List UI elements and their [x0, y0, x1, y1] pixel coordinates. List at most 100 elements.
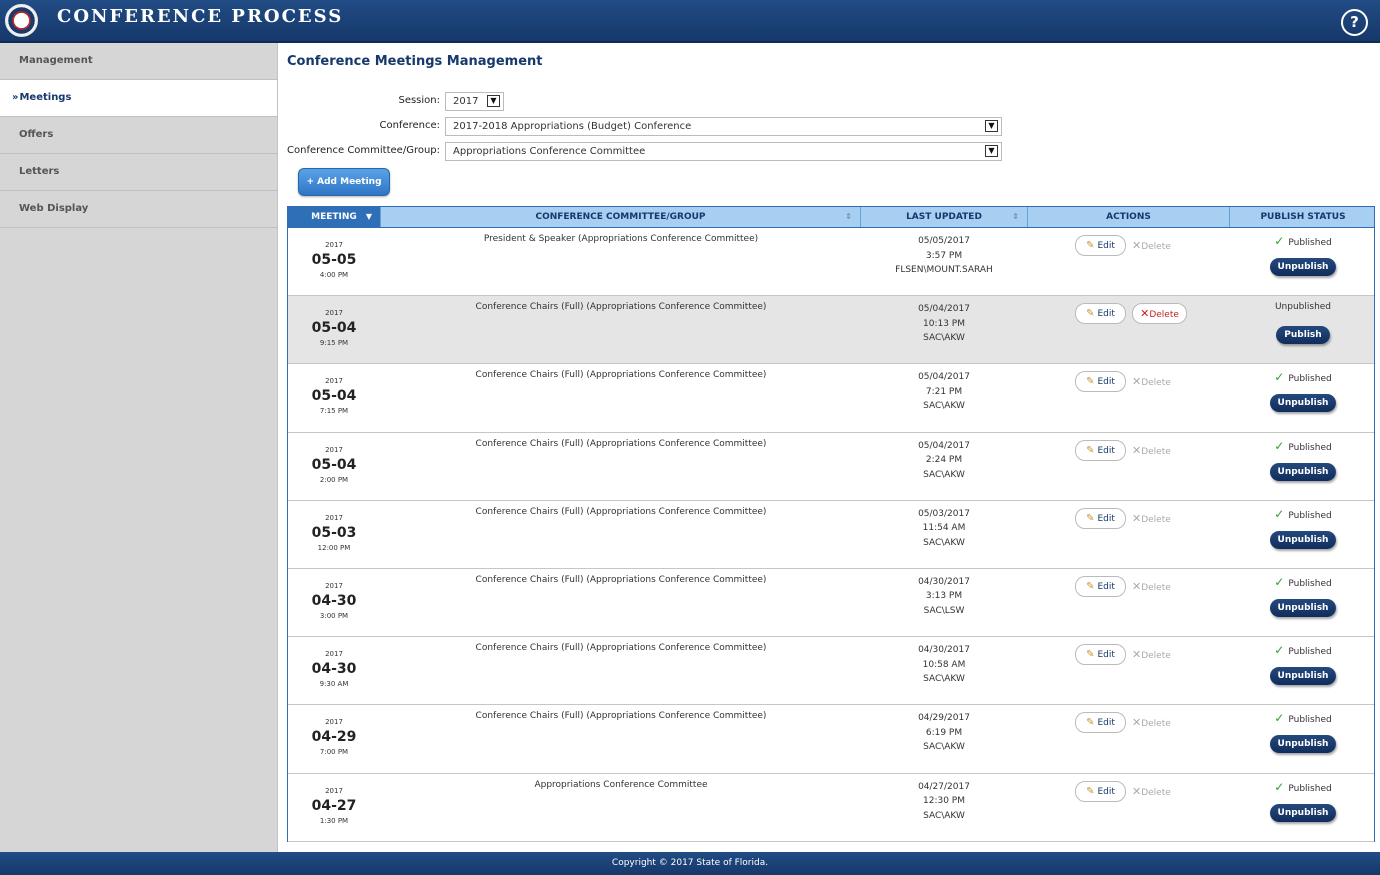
meeting-date: 04-27	[311, 797, 357, 814]
delete-x-icon: ✕	[1132, 239, 1142, 252]
last-updated: 04/30/2017 3:13 PM SAC\LSW	[861, 575, 1027, 619]
edit-button[interactable]: ✎ Edit	[1075, 303, 1126, 325]
delete-button-disabled: ✕Delete	[1132, 511, 1171, 525]
session-select[interactable]: 2017 ▼	[445, 92, 504, 111]
conference-select[interactable]: 2017-2018 Appropriations (Budget) Confer…	[445, 117, 1002, 136]
delete-x-icon: ✕	[1132, 648, 1142, 662]
sidebar-item-letters[interactable]: Letters	[0, 154, 277, 191]
edit-button[interactable]: ✎ Edit	[1075, 235, 1126, 256]
publish-status: ✓ Published Unpublish	[1230, 643, 1376, 686]
unpublish-button[interactable]: Unpublish	[1270, 394, 1336, 413]
delete-x-icon: ✕	[1132, 784, 1142, 798]
status-text: Published	[1288, 442, 1332, 453]
check-icon: ✓	[1274, 779, 1285, 794]
status-text: Unpublished	[1274, 302, 1332, 313]
status-text: Published	[1288, 374, 1332, 385]
sidebar-item-label: Letters	[19, 166, 60, 177]
unpublish-button[interactable]: Unpublish	[1270, 598, 1336, 617]
check-icon: ✓	[1274, 711, 1285, 726]
updated-time: 3:13 PM	[925, 591, 963, 602]
active-marker-icon: »	[12, 92, 19, 103]
updated-time: 10:58 AM	[922, 659, 966, 670]
publish-button[interactable]: Publish	[1276, 326, 1330, 345]
meeting-date: 05-04	[311, 320, 357, 337]
committee-name: Conference Chairs (Full) (Appropriations…	[475, 643, 767, 654]
edit-button[interactable]: ✎ Edit	[1075, 439, 1126, 461]
edit-button[interactable]: ✎ Edit	[1075, 371, 1126, 393]
publish-status: ✓ Published Unpublish	[1230, 575, 1376, 617]
edit-button[interactable]: ✎ Edit	[1075, 780, 1126, 802]
meeting-year: 2017	[325, 445, 343, 454]
chevron-down-icon: ▼	[985, 120, 998, 132]
edit-button[interactable]: ✎ Edit	[1075, 712, 1126, 734]
session-label: Session:	[398, 95, 440, 106]
publish-status: ✓ Published Unpublish	[1230, 779, 1376, 822]
unpublish-button[interactable]: Unpublish	[1270, 667, 1336, 686]
updated-date: 05/03/2017	[918, 508, 970, 519]
last-updated: 05/04/2017 10:13 PM SAC\AKW	[861, 302, 1027, 346]
column-header-committee[interactable]: CONFERENCE COMMITTEE/GROUP ⇕	[381, 207, 861, 227]
delete-button[interactable]: ✕Delete	[1132, 303, 1187, 325]
committee-name: Conference Chairs (Full) (Appropriations…	[475, 302, 767, 313]
edit-button[interactable]: ✎ Edit	[1075, 575, 1126, 597]
unpublish-button[interactable]: Unpublish	[1270, 462, 1336, 481]
session-value: 2017	[453, 96, 479, 107]
help-button[interactable]: ?	[1341, 9, 1368, 36]
meeting-date: 05-04	[311, 456, 357, 473]
updated-time: 3:57 PM	[925, 250, 963, 261]
delete-x-icon: ✕	[1132, 716, 1142, 730]
app-title: CONFERENCE PROCESS	[57, 6, 344, 27]
unpublish-button[interactable]: Unpublish	[1270, 735, 1336, 754]
delete-button-disabled: ✕Delete	[1132, 239, 1171, 252]
committee-name: Appropriations Conference Committee	[534, 779, 708, 790]
sidebar-item-management[interactable]: Management	[0, 43, 277, 80]
meeting-date: 04-30	[311, 661, 357, 678]
table-row: 2017 04-27 1:30 PM Appropriations Conferenc…	[288, 774, 1374, 842]
updated-by: SAC\AKW	[923, 674, 965, 685]
column-header-last-updated[interactable]: LAST UPDATED ⇕	[861, 207, 1028, 227]
table-header: MEETING ▼ CONFERENCE COMMITTEE/GROUP ⇕ LAS…	[288, 207, 1374, 228]
column-header-meeting[interactable]: MEETING ▼	[288, 207, 381, 227]
status-text: Published	[1288, 510, 1332, 521]
check-icon: ✓	[1274, 234, 1285, 248]
publish-status: Unpublished Publish	[1230, 302, 1376, 345]
updated-by: SAC\LSW	[923, 605, 965, 616]
sidebar-item-meetings[interactable]: »Meetings	[0, 80, 277, 117]
updated-by: SAC\AKW	[923, 810, 965, 821]
edit-button[interactable]: ✎ Edit	[1075, 644, 1126, 666]
pencil-icon: ✎	[1086, 649, 1095, 661]
delete-x-icon: ✕	[1132, 579, 1142, 593]
last-updated: 05/05/2017 3:57 PM FLSEN\MOUNT.SARAH	[861, 234, 1027, 278]
last-updated: 04/27/2017 12:30 PM SAC\AKW	[861, 780, 1027, 824]
unpublish-button[interactable]: Unpublish	[1270, 258, 1336, 276]
state-seal-logo	[5, 4, 38, 37]
meetings-table: MEETING ▼ CONFERENCE COMMITTEE/GROUP ⇕ LAS…	[287, 206, 1375, 842]
sidebar-item-label: Offers	[19, 129, 54, 140]
check-icon: ✓	[1274, 506, 1285, 521]
meeting-date: 04-30	[311, 592, 357, 609]
publish-status: ✓ Published Unpublish	[1230, 234, 1376, 276]
sidebar-item-web-display[interactable]: Web Display	[0, 191, 277, 228]
delete-x-icon: ✕	[1132, 375, 1142, 389]
publish-status: ✓ Published Unpublish	[1230, 711, 1376, 754]
table-row: 2017 05-05 4:00 PM President & Speaker (App…	[288, 228, 1376, 297]
add-meeting-button[interactable]: + Add Meeting	[298, 168, 390, 196]
unpublish-button[interactable]: Unpublish	[1270, 803, 1336, 822]
table-row: 2017 05-03 12:00 PM Conference Chairs (Full…	[288, 501, 1374, 569]
conference-label: Conference:	[379, 120, 440, 131]
sidebar-item-offers[interactable]: Offers	[0, 117, 277, 154]
sort-icon: ⇕	[1012, 212, 1019, 221]
table-body: 2017 05-05 4:00 PM President & Speaker (App…	[288, 228, 1374, 842]
updated-by: SAC\AKW	[923, 742, 965, 753]
status-text: Published	[1288, 647, 1332, 658]
updated-time: 6:19 PM	[925, 727, 963, 738]
check-icon: ✓	[1274, 438, 1285, 453]
committee-select[interactable]: Appropriations Conference Committee ▼	[445, 142, 1002, 161]
edit-button[interactable]: ✎ Edit	[1075, 507, 1126, 529]
sidebar-item-label: Web Display	[19, 203, 89, 214]
meeting-date: 05-05	[311, 252, 357, 268]
updated-time: 11:54 AM	[922, 523, 966, 534]
updated-by: SAC\AKW	[923, 333, 965, 344]
unpublish-button[interactable]: Unpublish	[1270, 530, 1336, 549]
status-text: Published	[1288, 238, 1332, 248]
